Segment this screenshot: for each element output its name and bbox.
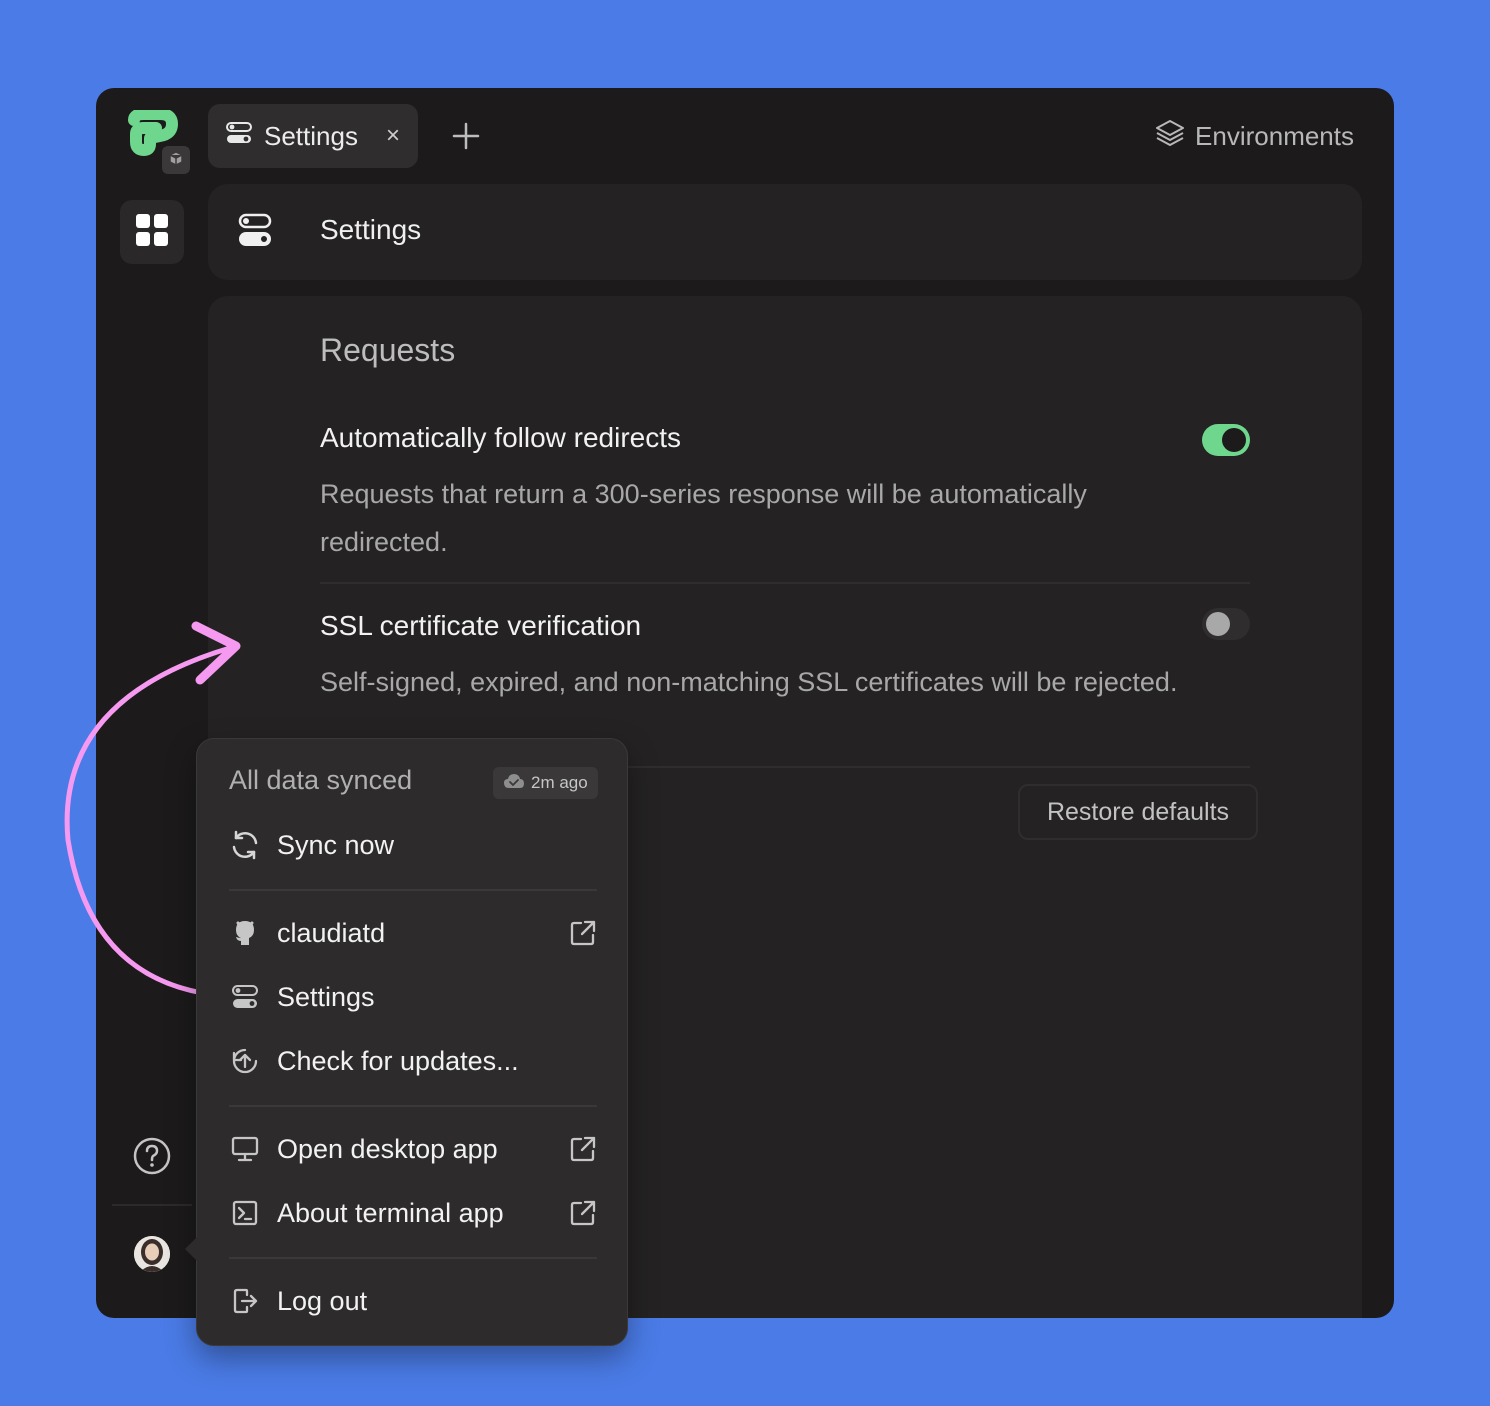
toggles-icon (226, 121, 252, 152)
about-terminal-label: About terminal app (277, 1197, 504, 1228)
ssl-toggle[interactable] (1202, 608, 1250, 640)
check-updates-item[interactable]: Check for updates... (229, 1037, 597, 1085)
open-desktop-item[interactable]: Open desktop app (229, 1125, 597, 1173)
sync-time-badge: 2m ago (493, 767, 598, 799)
github-profile-item[interactable]: claudiatd (229, 909, 597, 957)
sidebar-divider (112, 1204, 192, 1206)
cloud-check-icon (503, 773, 525, 794)
sync-status: All data synced (229, 765, 413, 795)
sync-now-item[interactable]: Sync now (229, 821, 597, 869)
log-out-item[interactable]: Log out (229, 1277, 597, 1325)
toggles-icon (238, 212, 272, 253)
toggle-knob (1222, 428, 1246, 452)
setting-desc-redirects: Requests that return a 300-series respon… (320, 479, 1087, 557)
close-tab-icon[interactable]: × (386, 122, 400, 150)
avatar[interactable] (134, 1236, 170, 1272)
sync-now-label: Sync now (277, 829, 395, 860)
tab-label: Settings (264, 120, 358, 151)
environments-button[interactable]: Environments (1155, 116, 1354, 156)
github-icon (229, 917, 261, 949)
toggles-icon (229, 981, 261, 1013)
environments-label: Environments (1195, 120, 1354, 151)
toggle-knob (1206, 612, 1230, 636)
setting-title-redirects: Automatically follow redirects (320, 422, 682, 453)
terminal-icon (229, 1197, 261, 1229)
refresh-icon (229, 829, 261, 861)
settings-item[interactable]: Settings (229, 973, 597, 1021)
setting-divider (320, 582, 1250, 584)
page-header: Settings (208, 184, 1362, 280)
logout-icon (229, 1285, 261, 1317)
sync-time: 2m ago (531, 773, 588, 792)
setting-title-ssl: SSL certificate verification (320, 610, 642, 641)
section-title: Requests (320, 332, 456, 368)
menu-divider (229, 889, 597, 891)
apps-grid-button[interactable] (120, 200, 184, 264)
menu-divider (229, 1257, 597, 1259)
open-desktop-label: Open desktop app (277, 1133, 498, 1164)
redirects-toggle[interactable] (1202, 424, 1250, 456)
setting-desc-ssl: Self-signed, expired, and non-matching S… (320, 667, 1178, 697)
page-title: Settings (320, 214, 422, 245)
external-link-icon (569, 1199, 597, 1227)
account-menu: All data synced 2m ago Sync now claudiat… (185, 738, 628, 1346)
external-link-icon (569, 1135, 597, 1163)
layers-icon (1155, 118, 1185, 155)
help-button[interactable] (132, 1136, 172, 1176)
menu-divider (229, 1105, 597, 1107)
new-tab-button[interactable] (446, 116, 486, 156)
username-label: claudiatd (277, 917, 386, 948)
external-link-icon (569, 919, 597, 947)
restore-defaults-button[interactable]: Restore defaults (1018, 784, 1258, 840)
settings-label: Settings (277, 981, 375, 1012)
app-logo (126, 108, 192, 176)
about-terminal-item[interactable]: About terminal app (229, 1189, 597, 1237)
grid-icon (135, 213, 169, 252)
desktop-icon (229, 1133, 261, 1165)
update-icon (229, 1045, 261, 1077)
tab-settings[interactable]: Settings × (208, 104, 418, 168)
menu-caret (185, 1237, 197, 1261)
check-updates-label: Check for updates... (277, 1045, 519, 1076)
log-out-label: Log out (277, 1285, 368, 1316)
